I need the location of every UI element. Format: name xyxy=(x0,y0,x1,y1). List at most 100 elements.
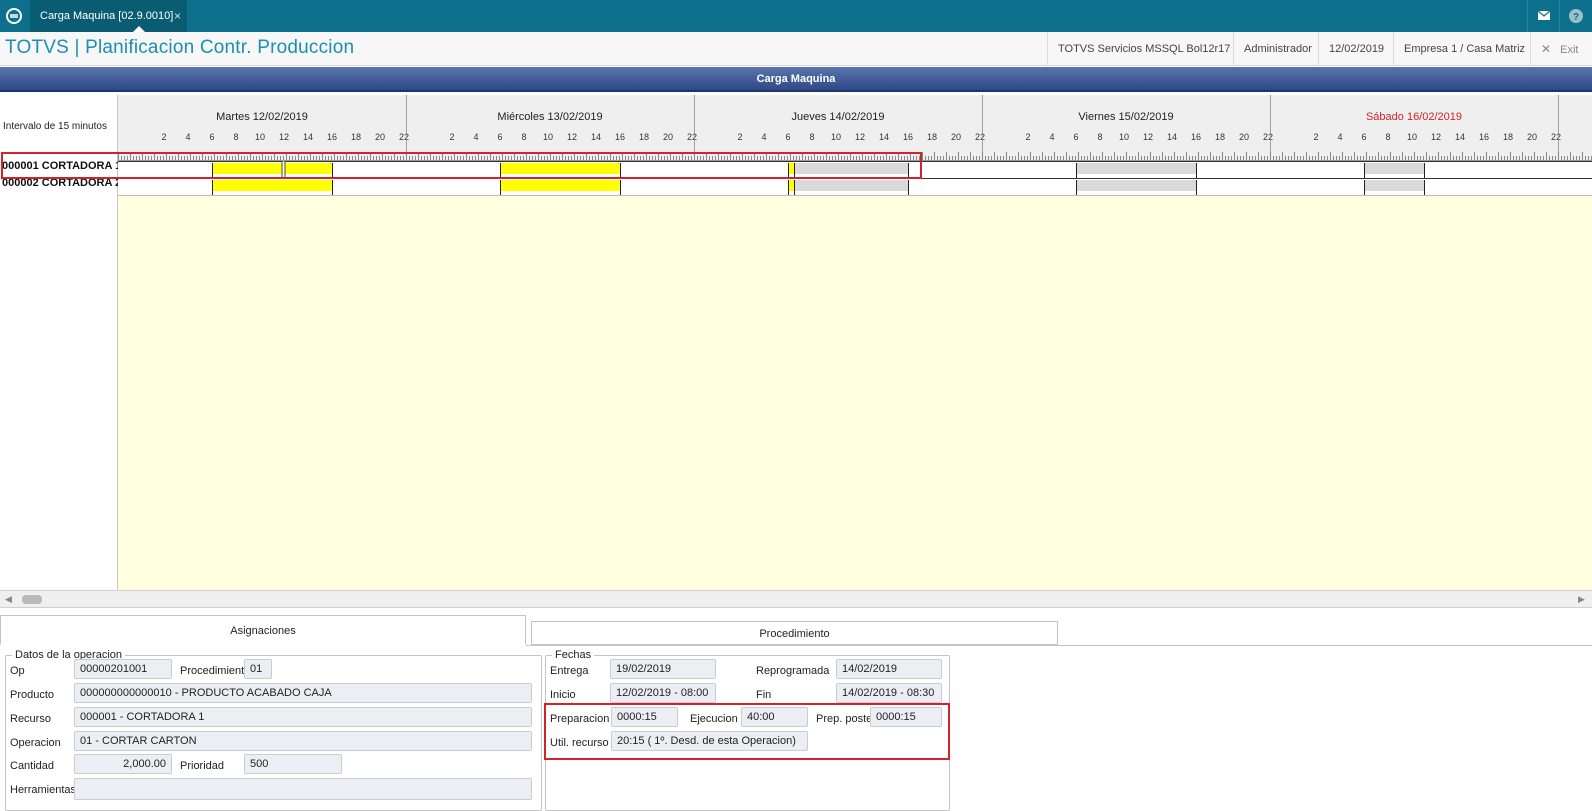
system-date: 12/02/2019 xyxy=(1318,32,1394,66)
hour-tick-label: 16 xyxy=(1191,132,1201,142)
inicio-label: Inicio xyxy=(550,689,576,701)
operacion-label: Operacion xyxy=(10,737,61,749)
close-icon: ✕ xyxy=(1541,42,1552,56)
hour-tick-label: 4 xyxy=(473,132,478,142)
prep-poste-field[interactable]: 0000:15 xyxy=(870,707,942,727)
op-label: Op xyxy=(10,665,25,677)
entrega-field[interactable]: 19/02/2019 xyxy=(610,659,716,679)
hour-tick-label: 10 xyxy=(543,132,553,142)
exit-button[interactable]: ✕ Exit xyxy=(1530,32,1588,66)
hour-tick-label: 22 xyxy=(687,132,697,142)
preparacion-field[interactable]: 0000:15 xyxy=(611,707,678,727)
hour-tick-label: 20 xyxy=(375,132,385,142)
hour-tick-label: 12 xyxy=(1431,132,1441,142)
panel-title: Carga Maquina xyxy=(0,67,1592,92)
recurso-field[interactable]: 000001 - CORTADORA 1 xyxy=(74,707,532,727)
hour-tick-label: 16 xyxy=(903,132,913,142)
hour-tick-label: 18 xyxy=(351,132,361,142)
hour-tick-label: 4 xyxy=(1337,132,1342,142)
schedule-bar[interactable] xyxy=(212,180,332,191)
hour-tick-label: 16 xyxy=(327,132,337,142)
hour-tick-label: 2 xyxy=(1313,132,1318,142)
hour-tick-label: 2 xyxy=(449,132,454,142)
hour-tick-label: 2 xyxy=(737,132,742,142)
hour-tick-label: 10 xyxy=(1407,132,1417,142)
hour-tick-label: 16 xyxy=(1479,132,1489,142)
cantidad-field[interactable]: 2,000.00 xyxy=(74,754,172,774)
reprogramada-label: Reprogramada xyxy=(756,665,830,677)
hour-tick-label: 12 xyxy=(855,132,865,142)
exit-label: Exit xyxy=(1560,44,1579,56)
highlight-box xyxy=(1,152,922,179)
schedule-bar[interactable] xyxy=(794,180,908,191)
app-header: TOTVS | Planificacion Contr. Produccion … xyxy=(0,32,1592,66)
schedule-bar[interactable] xyxy=(1076,180,1196,191)
hour-tick-label: 6 xyxy=(497,132,502,142)
procedimiento-field[interactable]: 01 xyxy=(244,659,272,679)
reprogramada-field[interactable]: 14/02/2019 xyxy=(836,659,942,679)
svg-text:?: ? xyxy=(1573,12,1579,23)
hour-tick-label: 14 xyxy=(591,132,601,142)
herramientas-label: Herramientas xyxy=(10,784,77,796)
day-label: Miércoles 13/02/2019 xyxy=(497,111,602,123)
herramientas-field[interactable] xyxy=(74,778,532,800)
tab-procedimiento[interactable]: Procedimiento xyxy=(531,621,1058,645)
hour-tick-label: 4 xyxy=(1049,132,1054,142)
producto-field[interactable]: 000000000000010 - PRODUCTO ACABADO CAJA xyxy=(74,683,532,703)
company-info: Empresa 1 / Casa Matriz xyxy=(1393,32,1535,66)
operacion-field[interactable]: 01 - CORTAR CARTON xyxy=(74,731,532,751)
hour-tick-label: 14 xyxy=(879,132,889,142)
hour-tick-label: 18 xyxy=(927,132,937,142)
hour-tick-label: 2 xyxy=(161,132,166,142)
hour-tick-label: 4 xyxy=(761,132,766,142)
hour-tick-label: 14 xyxy=(303,132,313,142)
server-info: TOTVS Servicios MSSQL Bol12r17 xyxy=(1047,32,1240,66)
gantt-bars xyxy=(118,160,1592,196)
op-field[interactable]: 00000201001 xyxy=(74,659,172,679)
util-recurso-field[interactable]: 20:15 ( 1º. Desd. de esta Operacion) xyxy=(611,731,808,751)
scroll-left-icon[interactable]: ◀ xyxy=(5,594,12,605)
help-icon[interactable]: ? xyxy=(1559,0,1592,32)
ejecucion-label: Ejecucion xyxy=(690,713,738,725)
day-label: Sábado 16/02/2019 xyxy=(1366,111,1462,123)
prioridad-field[interactable]: 500 xyxy=(244,754,342,774)
hour-tick-label: 10 xyxy=(255,132,265,142)
schedule-bar[interactable] xyxy=(1076,163,1196,174)
prep-poste-label: Prep. poste xyxy=(816,713,873,725)
day-label: Jueves 14/02/2019 xyxy=(792,111,885,123)
schedule-bar[interactable] xyxy=(1364,163,1424,174)
hour-tick-label: 6 xyxy=(209,132,214,142)
tab-asignaciones[interactable]: Asignaciones xyxy=(0,615,526,645)
hour-tick-label: 12 xyxy=(279,132,289,142)
interval-label: Intervalo de 15 minutos xyxy=(3,121,107,132)
totvs-logo-icon[interactable] xyxy=(4,6,24,26)
hour-tick-label: 12 xyxy=(1143,132,1153,142)
fin-label: Fin xyxy=(756,689,772,701)
schedule-bar[interactable] xyxy=(500,180,620,191)
horizontal-scrollbar[interactable]: ◀ ▶ xyxy=(0,590,1592,608)
hour-tick-label: 6 xyxy=(1073,132,1078,142)
ejecucion-field[interactable]: 40:00 xyxy=(741,707,808,727)
inicio-field[interactable]: 12/02/2019 - 08:00 xyxy=(610,683,716,703)
hour-tick-label: 8 xyxy=(1097,132,1102,142)
cantidad-label: Cantidad xyxy=(10,760,55,772)
schedule-bar[interactable] xyxy=(1364,180,1424,191)
util-recurso-label: Util. recurso xyxy=(550,737,609,749)
day-label: Viernes 15/02/2019 xyxy=(1078,111,1173,123)
mail-icon[interactable] xyxy=(1527,0,1559,32)
gantt-body[interactable] xyxy=(118,160,1592,591)
hour-tick-label: 8 xyxy=(521,132,526,142)
hour-tick-label: 14 xyxy=(1455,132,1465,142)
producto-label: Producto xyxy=(10,689,55,701)
window-tab-label: Carga Maquina [02.9.0010] xyxy=(40,10,174,22)
hour-tick-label: 10 xyxy=(1119,132,1129,142)
fin-field[interactable]: 14/02/2019 - 08:30 xyxy=(836,683,942,703)
hour-tick-label: 22 xyxy=(975,132,985,142)
preparacion-label: Preparacion xyxy=(550,713,610,725)
hour-tick-label: 8 xyxy=(809,132,814,142)
scrollbar-thumb[interactable] xyxy=(22,595,42,604)
scroll-right-icon[interactable]: ▶ xyxy=(1578,594,1585,605)
tab-close-icon[interactable]: × xyxy=(174,0,181,32)
details-area: Asignaciones Procedimiento Datos de la o… xyxy=(0,608,1592,811)
window-tab[interactable]: Carga Maquina [02.9.0010] × xyxy=(30,0,187,32)
